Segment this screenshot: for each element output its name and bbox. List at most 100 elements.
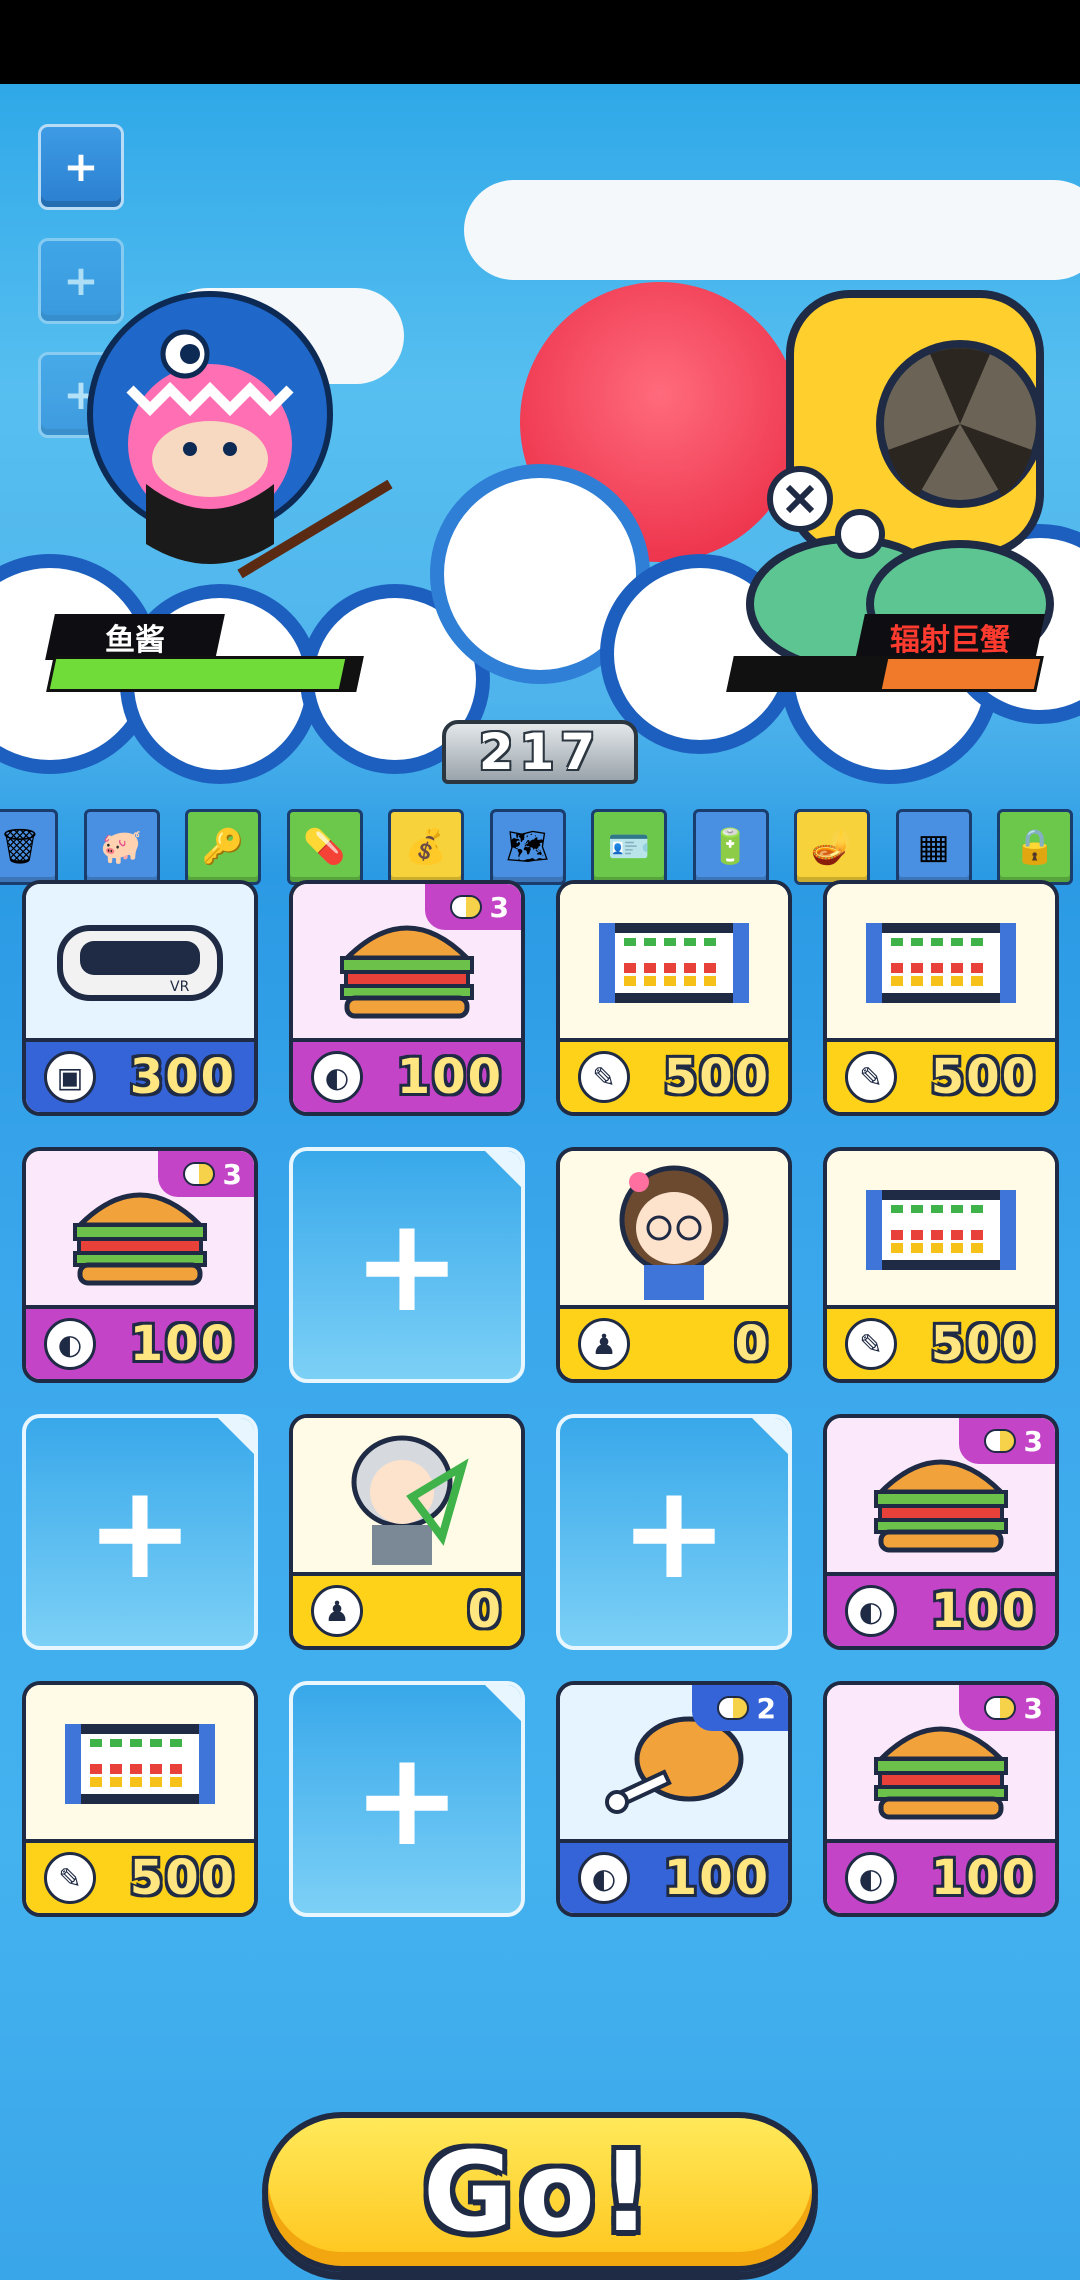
money-bag-icon: 💰 <box>404 827 448 867</box>
pill-icon <box>983 1696 1016 1720</box>
score-value: 217 <box>478 723 602 781</box>
shop-card-burger[interactable]: 3 ◐ 100 <box>289 880 525 1116</box>
side-add-button-1[interactable]: + <box>38 124 124 210</box>
pill-icon <box>449 895 482 919</box>
shop-card-vr-headset[interactable]: VR ▣ 300 <box>22 880 258 1116</box>
enemy-hp-fill <box>881 659 1041 689</box>
player-hp-fill <box>49 659 345 689</box>
shop-card-abacus[interactable]: ✎ 500 <box>823 1147 1059 1383</box>
go-button[interactable]: Go! <box>262 2112 818 2272</box>
strip-item-treasure-map[interactable]: 🗺 <box>489 809 566 885</box>
stack-count: 3 <box>489 890 509 924</box>
strip-item-key[interactable]: 🔑 <box>185 809 261 885</box>
battery-icon: 🔋 <box>709 827 752 867</box>
abacus-image <box>26 1685 254 1843</box>
price-value: 300 <box>129 1049 236 1105</box>
strip-item-magic-lamp[interactable]: 🪔 <box>794 809 870 885</box>
stack-badge: 3 <box>959 1418 1055 1464</box>
strip-item-money-bag[interactable]: 💰 <box>388 809 464 885</box>
plus-icon: + <box>352 1189 462 1341</box>
empty-slot[interactable]: + <box>22 1414 258 1650</box>
price-bar: ✎ 500 <box>827 1038 1055 1112</box>
shop-card-chicken-leg[interactable]: 2 ◐ 100 <box>556 1681 792 1917</box>
empty-slot[interactable]: + <box>289 1681 525 1917</box>
price-value: 100 <box>396 1049 503 1105</box>
price-bar: ◐ 100 <box>26 1305 254 1379</box>
stack-count: 3 <box>1023 1424 1043 1458</box>
player-hp-bar <box>46 656 364 692</box>
price-value: 100 <box>930 1583 1037 1639</box>
shop-card-professor-portrait[interactable]: ♟ 0 <box>289 1414 525 1650</box>
stack-count: 3 <box>1023 1691 1043 1725</box>
shop-card-girl-portrait[interactable]: ♟ 0 <box>556 1147 792 1383</box>
shop-card-burger[interactable]: 3 ◐ 100 <box>823 1414 1059 1650</box>
girl-portrait-image <box>560 1151 788 1309</box>
item-strip: 🗑 🐖 🔑 💊 💰 🗺 🪪 🔋 🪔 ▦ 🔒 <box>0 809 1080 889</box>
abacus-image <box>827 1151 1055 1309</box>
padlock-icon: 🔒 <box>1013 827 1057 867</box>
shop-card-burger[interactable]: 3 ◐ 100 <box>22 1147 258 1383</box>
round-score: 217 <box>442 720 638 784</box>
abacus-image <box>560 884 788 1042</box>
stack-count: 2 <box>756 1691 776 1725</box>
price-bar: ◐ 100 <box>293 1038 521 1112</box>
bone-icon: ✎ <box>845 1051 897 1103</box>
strip-item-piggy-bank[interactable]: 🐖 <box>83 809 160 885</box>
shop-card-burger[interactable]: 3 ◐ 100 <box>823 1681 1059 1917</box>
worker-icon: ♟ <box>578 1318 630 1370</box>
price-bar: ✎ 500 <box>26 1839 254 1913</box>
empty-slot[interactable]: + <box>289 1147 525 1383</box>
trash-can-icon: 🗑 <box>0 827 42 867</box>
stack-badge: 3 <box>959 1685 1055 1731</box>
plus-icon: + <box>352 1723 462 1875</box>
bone-icon: ✎ <box>845 1318 897 1370</box>
plus-icon: + <box>85 1456 195 1608</box>
strip-item-trash-can[interactable]: 🗑 <box>0 809 58 885</box>
price-value: 500 <box>930 1316 1037 1372</box>
enemy-name-tag: 辐射巨蟹 <box>855 614 1045 660</box>
go-button-label: Go! <box>422 2128 658 2256</box>
enemy-hp-bar <box>726 656 1044 692</box>
professor-portrait-image <box>293 1418 521 1576</box>
price-bar: ◐ 100 <box>560 1839 788 1913</box>
treasure-map-icon: 🗺 <box>505 827 550 867</box>
piggy-bank-icon: 🐖 <box>100 827 143 867</box>
price-value: 500 <box>663 1049 770 1105</box>
game-scene: + + + 鱼酱 217 辐射巨蟹 🗑 🐖 🔑 💊 💰 🗺 🪪 🔋 🪔 ▦ 🔒 … <box>0 84 1080 2280</box>
empty-slot[interactable]: + <box>556 1414 792 1650</box>
strip-item-id-card[interactable]: 🪪 <box>591 809 667 885</box>
pill-icon <box>716 1696 749 1720</box>
price-value: 500 <box>930 1049 1037 1105</box>
pill-icon <box>182 1162 215 1186</box>
price-value: 100 <box>930 1850 1037 1906</box>
abacus-image <box>827 884 1055 1042</box>
shop-card-abacus[interactable]: ✎ 500 <box>22 1681 258 1917</box>
shop-card-abacus[interactable]: ✎ 500 <box>823 880 1059 1116</box>
enemy-name: 辐射巨蟹 <box>890 623 1010 658</box>
status-bar <box>0 0 1080 84</box>
strip-item-pills[interactable]: 💊 <box>286 809 363 885</box>
key-icon: 🔑 <box>201 827 245 867</box>
bone-icon: ✎ <box>44 1852 96 1904</box>
bread-icon: ◐ <box>578 1852 630 1904</box>
player-name-tag: 鱼酱 <box>45 614 225 660</box>
chip-icon: ▣ <box>44 1051 96 1103</box>
magic-lamp-icon: 🪔 <box>810 827 854 867</box>
price-bar: ✎ 500 <box>560 1038 788 1112</box>
vr-headset-image: VR <box>26 884 254 1042</box>
cloud <box>464 180 1080 280</box>
stack-count: 3 <box>222 1157 242 1191</box>
net-icon: ▦ <box>917 827 950 867</box>
price-value: 100 <box>663 1850 770 1906</box>
price-bar: ◐ 100 <box>827 1839 1055 1913</box>
bread-icon: ◐ <box>44 1318 96 1370</box>
price-bar: ✎ 500 <box>827 1305 1055 1379</box>
shop-card-abacus[interactable]: ✎ 500 <box>556 880 792 1116</box>
bone-icon: ✎ <box>578 1051 630 1103</box>
strip-item-padlock[interactable]: 🔒 <box>997 809 1073 885</box>
strip-item-net[interactable]: ▦ <box>895 809 972 885</box>
player-character <box>87 291 393 579</box>
strip-item-battery[interactable]: 🔋 <box>692 809 769 885</box>
price-value: 100 <box>129 1316 236 1372</box>
bread-icon: ◐ <box>311 1051 363 1103</box>
